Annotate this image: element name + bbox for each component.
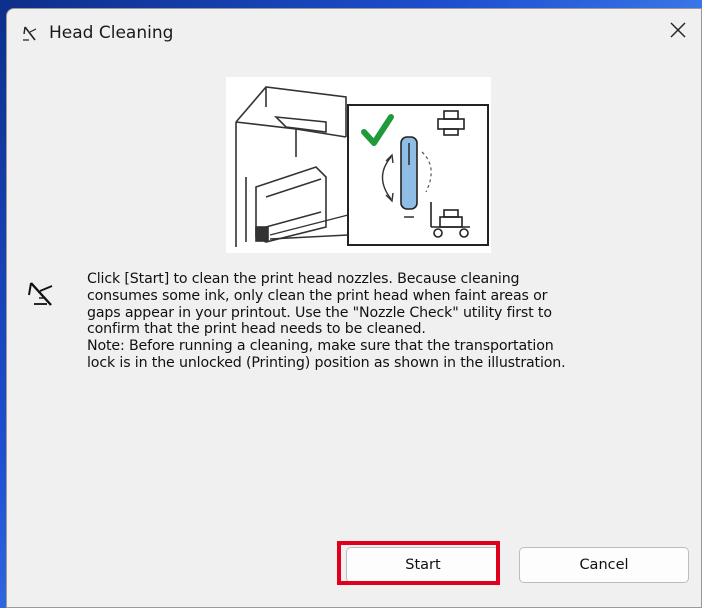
message-line: Click [Start] to clean the print head no… bbox=[87, 271, 520, 287]
close-button[interactable] bbox=[655, 9, 701, 55]
title-bar[interactable]: Head Cleaning bbox=[7, 9, 701, 57]
pen-compass-icon bbox=[25, 277, 59, 311]
printer-drawing bbox=[235, 86, 347, 247]
window-title: Head Cleaning bbox=[49, 23, 174, 43]
head-cleaning-dialog: Head Cleaning Click [Start] to clean the… bbox=[6, 8, 702, 608]
instruction-message: Click [Start] to clean the print head no… bbox=[87, 271, 657, 372]
transportation-lock-illustration bbox=[226, 77, 491, 253]
start-button[interactable]: Start bbox=[346, 547, 500, 583]
message-line: lock is in the unlocked (Printing) posit… bbox=[87, 354, 566, 371]
cancel-button[interactable]: Cancel bbox=[519, 547, 689, 583]
message-line: gaps appear in your printout. Use the "N… bbox=[87, 304, 552, 321]
pen-compass-icon bbox=[21, 25, 39, 43]
message-line: confirm that the print head needs to be … bbox=[87, 321, 426, 338]
message-line: Note: Before running a cleaning, make su… bbox=[87, 338, 554, 355]
message-line: consumes some ink, only clean the print … bbox=[87, 287, 548, 304]
close-icon bbox=[670, 22, 686, 43]
